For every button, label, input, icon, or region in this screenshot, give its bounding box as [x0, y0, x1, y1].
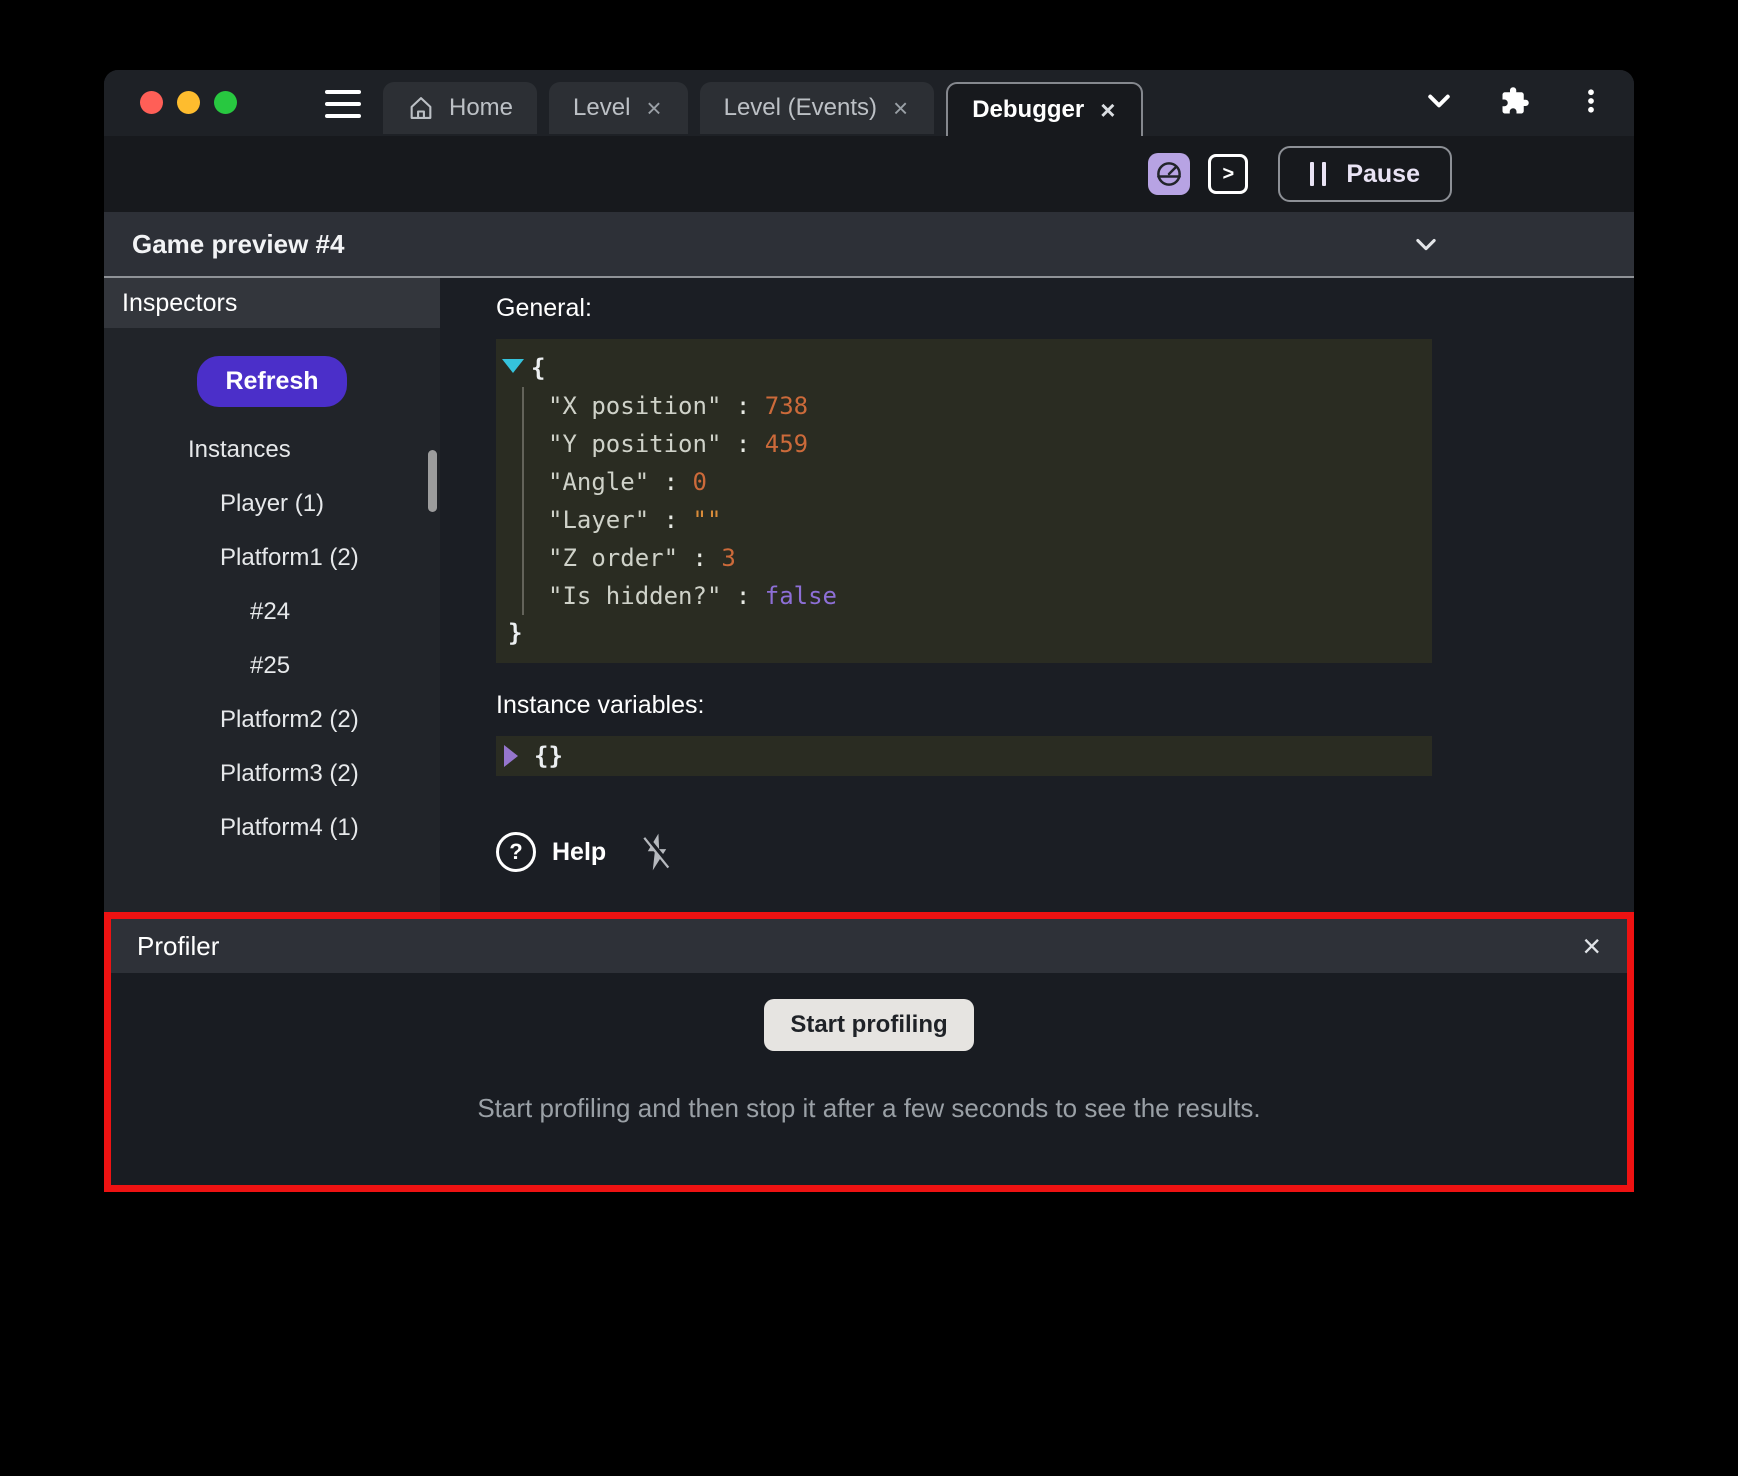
minimize-window-button[interactable] — [177, 91, 200, 114]
json-row-layer[interactable]: "Layer" : "" — [548, 501, 1418, 539]
question-mark-icon: ? — [496, 832, 536, 872]
debugger-toolbar: > Pause — [104, 136, 1634, 212]
json-row-angle[interactable]: "Angle" : 0 — [548, 463, 1418, 501]
instance-variables-view: {} — [496, 736, 1432, 776]
main-menu-icon[interactable] — [325, 90, 361, 118]
tab-bar: Home Level × Level (Events) × Debugger × — [383, 82, 1143, 136]
open-brace: { — [531, 349, 545, 387]
tab-label: Debugger — [972, 96, 1084, 124]
tree-item-25[interactable]: #25 — [104, 639, 440, 693]
json-entries: "X position" : 738 "Y position" : 459 "A… — [522, 387, 1418, 615]
close-window-button[interactable] — [140, 91, 163, 114]
tab-home[interactable]: Home — [383, 82, 537, 134]
instances-tree: Instances Player (1) Platform1 (2) #24 #… — [104, 423, 440, 855]
debugger-content: Inspectors Refresh Instances Player (1) … — [104, 278, 1634, 912]
general-label: General: — [496, 294, 1634, 323]
tree-item-platform4[interactable]: Platform4 (1) — [104, 801, 440, 855]
tab-level-events[interactable]: Level (Events) × — [700, 82, 935, 134]
profiler-panel: Profiler × Start profiling Start profili… — [104, 912, 1634, 1192]
profiler-caption: Start profiling and then stop it after a… — [111, 1093, 1627, 1124]
pause-label: Pause — [1346, 160, 1420, 189]
console-button[interactable]: > — [1208, 154, 1248, 194]
titlebar: Home Level × Level (Events) × Debugger × — [104, 70, 1634, 136]
extensions-puzzle-icon[interactable] — [1500, 86, 1530, 116]
more-options-icon[interactable] — [1576, 86, 1606, 116]
help-label: Help — [552, 838, 606, 867]
tab-label: Home — [449, 94, 513, 122]
close-tab-icon[interactable]: × — [644, 95, 663, 121]
collapsed-triangle-icon[interactable] — [504, 745, 518, 767]
console-icon: > — [1222, 163, 1234, 186]
tree-item-24[interactable]: #24 — [104, 585, 440, 639]
flash-off-icon[interactable] — [640, 832, 674, 872]
profiler-body: Start profiling Start profiling and then… — [111, 973, 1627, 1124]
tree-item-player[interactable]: Player (1) — [104, 477, 440, 531]
tab-debugger[interactable]: Debugger × — [946, 82, 1143, 136]
close-tab-icon[interactable]: × — [891, 95, 910, 121]
variables-value: {} — [534, 742, 563, 770]
tree-item-platform1[interactable]: Platform1 (2) — [104, 531, 440, 585]
home-icon — [407, 94, 435, 122]
traffic-lights — [140, 91, 237, 114]
refresh-button[interactable]: Refresh — [197, 356, 346, 407]
titlebar-right-icons — [1424, 86, 1606, 116]
close-profiler-icon[interactable]: × — [1582, 930, 1601, 962]
collapse-chevron-icon[interactable] — [1412, 230, 1440, 258]
maximize-window-button[interactable] — [214, 91, 237, 114]
tree-item-platform3[interactable]: Platform3 (2) — [104, 747, 440, 801]
close-tab-icon[interactable]: × — [1098, 97, 1117, 123]
pause-icon — [1310, 162, 1326, 186]
game-preview-header[interactable]: Game preview #4 — [104, 212, 1634, 276]
json-row-z-order[interactable]: "Z order" : 3 — [548, 539, 1418, 577]
json-row-x-position[interactable]: "X position" : 738 — [548, 387, 1418, 425]
app-window: Home Level × Level (Events) × Debugger × — [104, 70, 1634, 1192]
start-profiling-button[interactable]: Start profiling — [764, 999, 973, 1051]
tree-item-instances[interactable]: Instances — [104, 423, 440, 477]
inspectors-header: Inspectors — [104, 278, 440, 328]
json-row-y-position[interactable]: "Y position" : 459 — [548, 425, 1418, 463]
tab-label: Level (Events) — [724, 94, 877, 122]
json-row-is-hidden[interactable]: "Is hidden?" : false — [548, 577, 1418, 615]
tab-label: Level — [573, 94, 630, 122]
game-preview-title: Game preview #4 — [132, 229, 344, 260]
close-brace: } — [508, 615, 522, 651]
tree-item-platform2[interactable]: Platform2 (2) — [104, 693, 440, 747]
profiler-toggle-button[interactable] — [1148, 153, 1190, 195]
general-json-view: { "X position" : 738 "Y position" : 459 … — [496, 339, 1432, 663]
profiler-header: Profiler × — [111, 919, 1627, 973]
instance-variables-label: Instance variables: — [496, 691, 1634, 720]
inspectors-title: Inspectors — [122, 289, 237, 318]
tab-level[interactable]: Level × — [549, 82, 688, 134]
chevron-down-icon[interactable] — [1424, 86, 1454, 116]
expanded-triangle-icon[interactable] — [502, 359, 524, 373]
help-button[interactable]: ? Help — [496, 832, 1634, 872]
speedometer-icon — [1154, 159, 1184, 189]
profiler-title: Profiler — [137, 931, 219, 962]
inspectors-sidebar: Inspectors Refresh Instances Player (1) … — [104, 278, 440, 912]
sidebar-scrollbar[interactable] — [428, 450, 437, 512]
pause-button[interactable]: Pause — [1278, 146, 1452, 202]
inspector-detail-panel: General: { "X position" : 738 "Y positio… — [440, 278, 1634, 912]
